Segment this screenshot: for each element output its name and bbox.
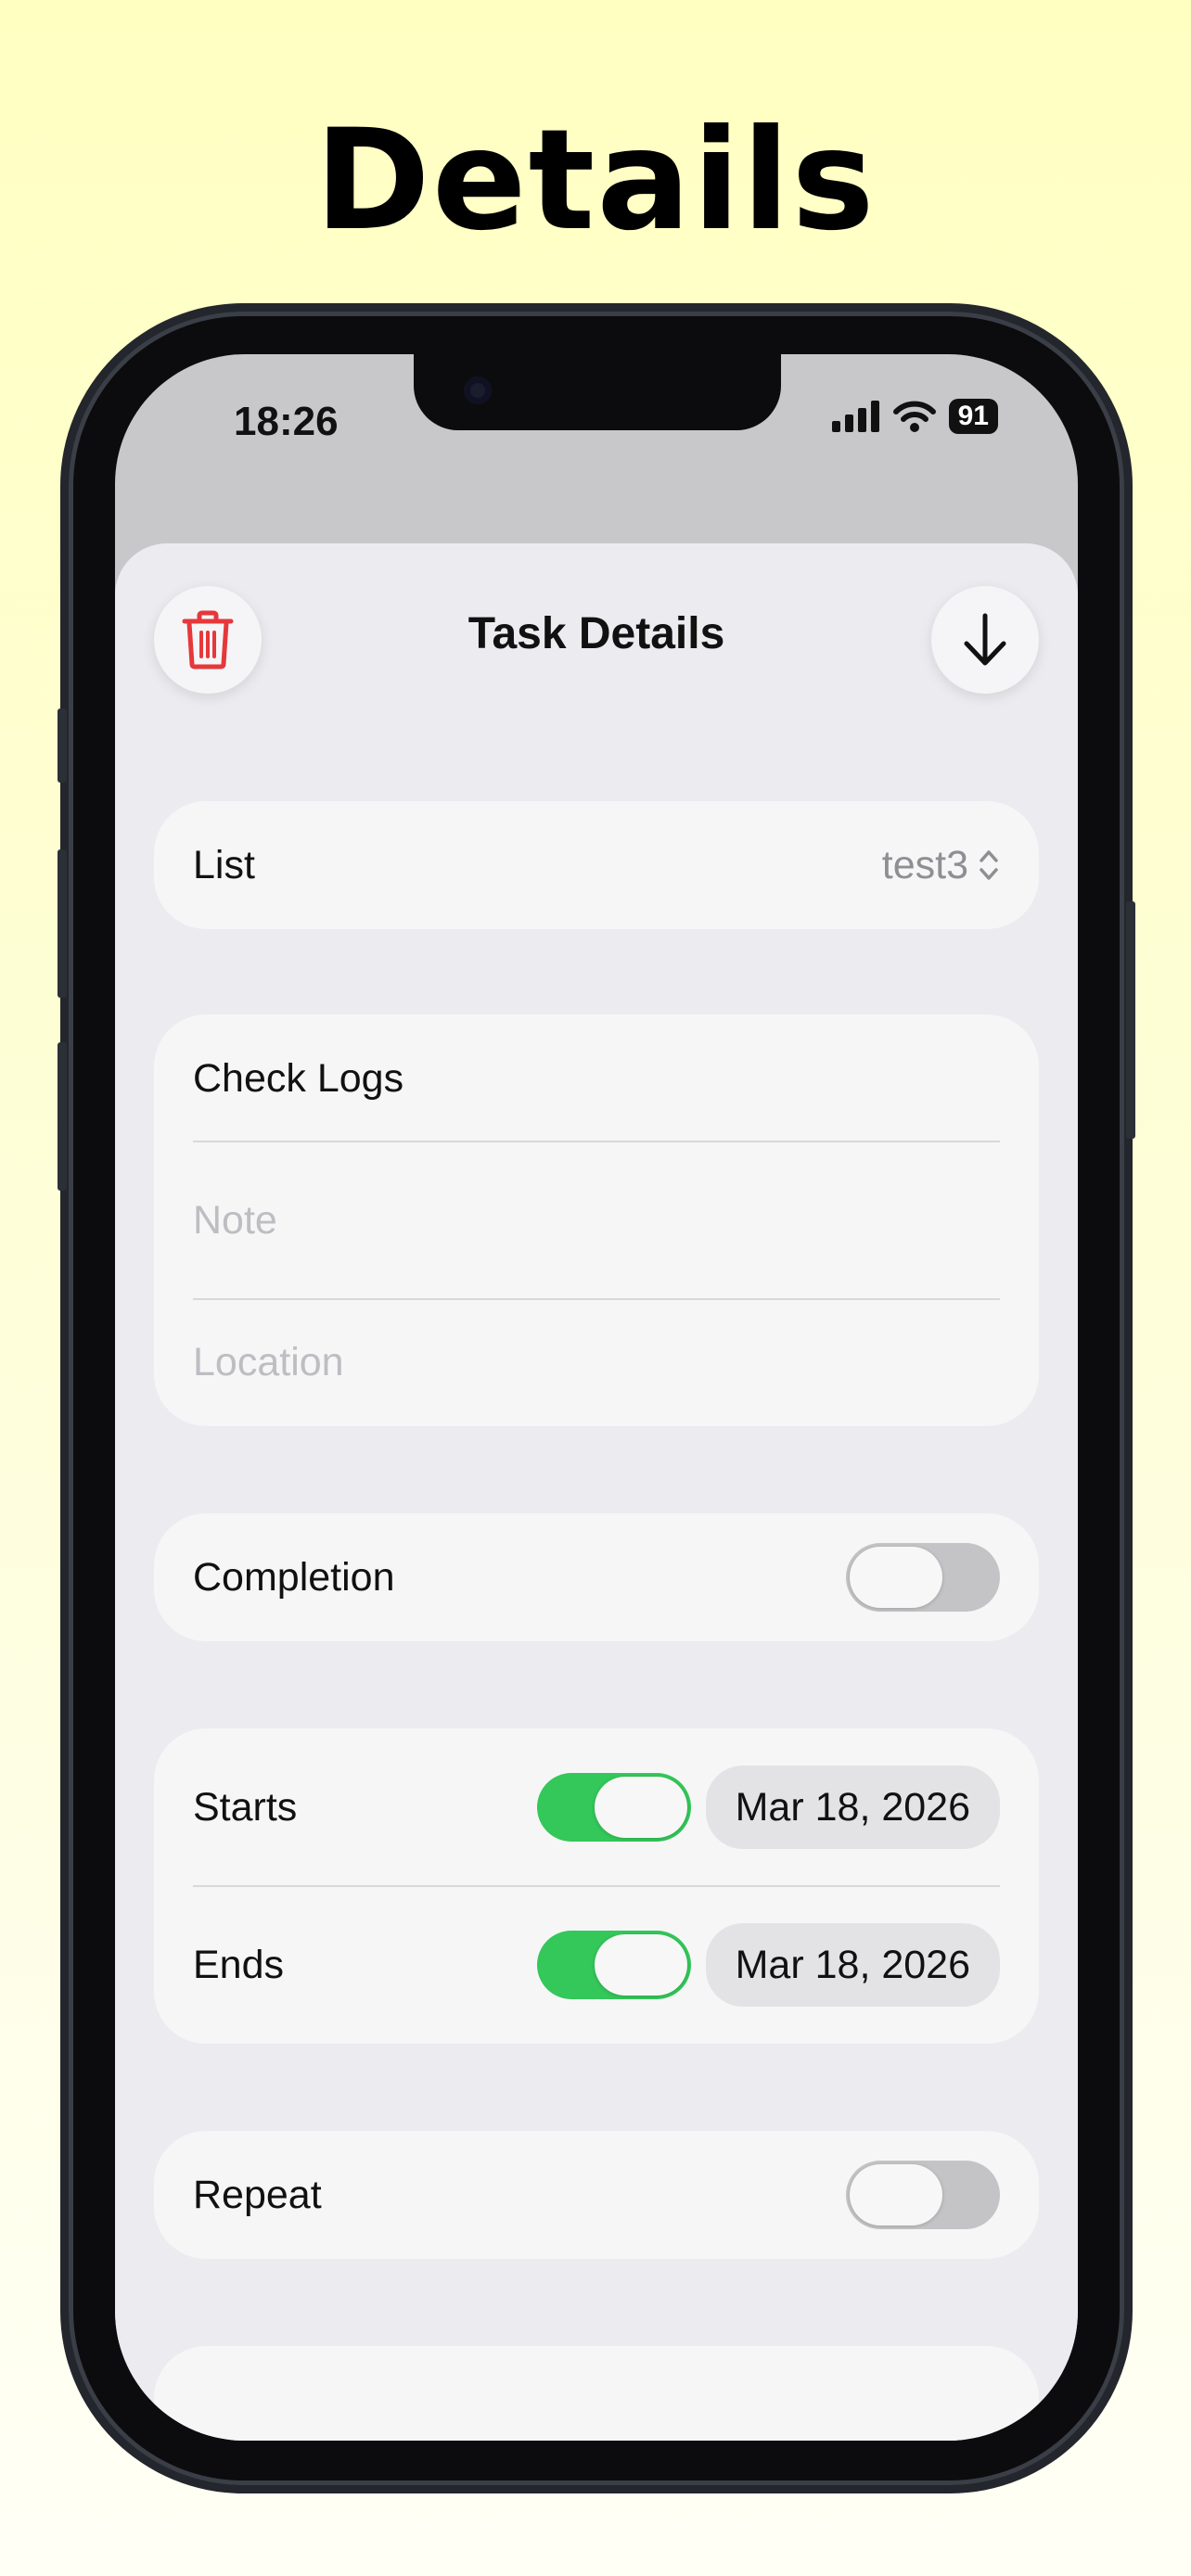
status-icons: 91 xyxy=(831,399,998,434)
ends-toggle[interactable] xyxy=(536,1931,691,1999)
arrow-down-icon xyxy=(964,613,1006,666)
volume-up-button xyxy=(58,849,67,998)
save-button[interactable] xyxy=(931,586,1039,694)
task-title: Check Logs xyxy=(193,1055,404,1101)
page-headline: Details xyxy=(314,100,877,261)
repeat-row: Repeat xyxy=(193,2131,1000,2259)
starts-label: Starts xyxy=(193,1784,298,1830)
starts-row: Starts Mar 18, 2026 xyxy=(193,1728,1000,1886)
toggle-knob xyxy=(594,1777,687,1838)
note-placeholder: Note xyxy=(193,1197,277,1243)
completion-card: Completion xyxy=(154,1513,1039,1641)
battery-indicator: 91 xyxy=(948,399,998,434)
task-details-sheet: Task Details List test3 Check Logs Note … xyxy=(115,543,1078,2441)
ends-date-picker[interactable]: Mar 18, 2026 xyxy=(705,1923,1000,2007)
repeat-card: Repeat xyxy=(154,2131,1039,2259)
repeat-toggle[interactable] xyxy=(846,2161,1000,2229)
list-row[interactable]: List test3 xyxy=(193,801,1000,929)
status-time: 18:26 xyxy=(234,399,339,444)
toggle-knob xyxy=(850,1547,942,1608)
screen: 18:26 91 Task Details List test3 Check L… xyxy=(115,354,1078,2441)
completion-row: Completion xyxy=(193,1513,1000,1641)
toggle-knob xyxy=(594,1934,687,1996)
starts-toggle[interactable] xyxy=(536,1773,691,1842)
starts-date-picker[interactable]: Mar 18, 2026 xyxy=(705,1766,1000,1849)
repeat-label: Repeat xyxy=(193,2172,322,2217)
phone-frame: 18:26 91 Task Details List test3 Check L… xyxy=(58,312,1135,2485)
front-camera xyxy=(464,376,492,404)
next-card xyxy=(154,2346,1039,2441)
location-field[interactable]: Location xyxy=(193,1298,1000,1426)
list-card[interactable]: List test3 xyxy=(154,801,1039,929)
list-picker[interactable]: test3 xyxy=(882,843,1000,888)
title-field[interactable]: Check Logs xyxy=(193,1014,1000,1142)
cellular-signal-icon xyxy=(831,401,879,432)
completion-label: Completion xyxy=(193,1554,395,1600)
ends-row: Ends Mar 18, 2026 xyxy=(193,1886,1000,2044)
notch xyxy=(414,354,781,430)
power-button xyxy=(1126,901,1135,1139)
list-value: test3 xyxy=(881,842,968,887)
volume-down-button xyxy=(58,1042,67,1191)
location-placeholder: Location xyxy=(193,1339,344,1384)
mute-switch xyxy=(58,708,67,783)
list-label: List xyxy=(193,842,255,887)
wifi-icon xyxy=(892,401,936,432)
toggle-knob xyxy=(850,2164,942,2225)
completion-toggle[interactable] xyxy=(846,1543,1000,1612)
ends-label: Ends xyxy=(193,1942,285,1987)
chevron-up-down-icon xyxy=(980,850,998,880)
task-info-card: Check Logs Note Location xyxy=(154,1014,1039,1426)
dates-card: Starts Mar 18, 2026 Ends Mar 18, 2026 xyxy=(154,1728,1039,2044)
note-field[interactable]: Note xyxy=(193,1142,1000,1298)
